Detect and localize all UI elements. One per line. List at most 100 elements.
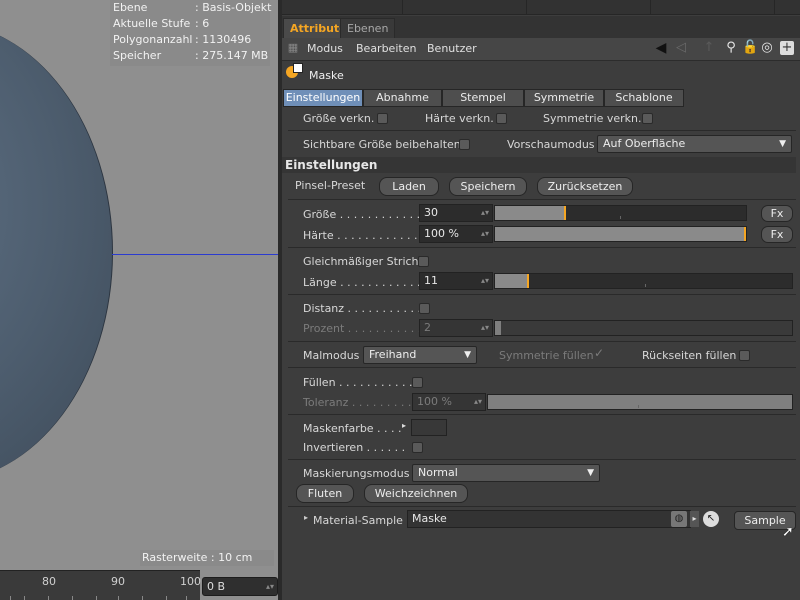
back-arrow-icon[interactable]: ◀ (650, 41, 672, 55)
tolerance-slider[interactable] (487, 394, 793, 410)
percent-slider[interactable] (494, 320, 793, 336)
menu-mode[interactable]: Modus (307, 38, 343, 60)
search-icon[interactable]: ⚲ (724, 41, 738, 55)
slider-knob[interactable] (527, 274, 529, 288)
size-label: Größe . . . . . . . . . . . . (303, 208, 421, 221)
menu-user[interactable]: Benutzer (427, 38, 477, 60)
expand-arrow-icon[interactable]: ▸ (304, 513, 308, 522)
blur-button[interactable]: Weichzeichnen (364, 484, 468, 503)
size-input[interactable]: 30 ▴▾ (419, 204, 493, 222)
pick-cursor-icon[interactable]: ↖ (703, 511, 719, 527)
slider-fill (488, 395, 792, 409)
section-header: Einstellungen (282, 157, 796, 173)
hardness-fx-button[interactable]: Fx (761, 226, 793, 243)
subtab-template[interactable]: Schablone (604, 89, 684, 107)
info-overlay: Ebene: Basis-Objekt Aktuelle Stufe: 6 Po… (110, 0, 272, 66)
arrow-right-icon[interactable]: ▸ (690, 511, 699, 527)
panel-tabs: Attribute Ebenen (282, 16, 800, 38)
load-preset-button[interactable]: Laden (379, 177, 439, 196)
size-slider[interactable] (494, 205, 747, 221)
chevron-down-icon: ▼ (464, 350, 471, 360)
paint-mode-dropdown[interactable]: Freihand ▼ (363, 346, 477, 364)
paint-mode-label: Malmodus (303, 349, 360, 362)
menu-bar: ▦ Modus Bearbeiten Benutzer ◀ ◁ ↑ ⚲ 🔓 ◎ … (282, 38, 800, 61)
slider-fill (495, 206, 565, 220)
percent-label: Prozent . . . . . . . . . . . (303, 322, 422, 335)
mask-color-label: Maskenfarbe . . . . (303, 422, 402, 435)
hardness-link-label: Härte verkn. (425, 112, 494, 125)
info-row: Ebene: Basis-Objekt (113, 1, 272, 14)
subtab-symmetry[interactable]: Symmetrie (524, 89, 604, 107)
visible-size-checkbox[interactable] (459, 139, 470, 150)
timeline-ruler[interactable]: 80 90 100 (0, 570, 201, 600)
slider-knob[interactable] (744, 227, 746, 241)
percent-input[interactable]: 2 ▴▾ (419, 319, 493, 337)
fill-checkbox[interactable] (412, 377, 423, 388)
object-title: Maske (309, 69, 344, 82)
add-panel-icon[interactable]: + (780, 41, 794, 55)
horizon-line (112, 254, 278, 255)
even-stroke-checkbox[interactable] (418, 256, 429, 267)
material-thumbnail-icon: ◍ (671, 511, 687, 527)
info-row: Polygonanzahl: 1130496 (113, 33, 252, 46)
material-sample-label: Material-Sample (313, 514, 403, 527)
hardness-label: Härte . . . . . . . . . . . . (303, 229, 418, 242)
info-row: Speicher: 275.147 MB (113, 49, 269, 62)
mask-color-swatch[interactable] (411, 419, 447, 436)
hardness-link-checkbox[interactable] (496, 113, 507, 124)
subtab-falloff[interactable]: Abnahme (363, 89, 442, 107)
up-arrow-icon[interactable]: ↑ (702, 41, 716, 55)
info-row: Aktuelle Stufe: 6 (113, 17, 210, 30)
even-stroke-label: Gleichmäßiger Strich (303, 255, 419, 268)
chevron-down-icon: ▼ (587, 468, 594, 478)
distance-checkbox[interactable] (419, 303, 430, 314)
subtab-stamp[interactable]: Stempel (442, 89, 524, 107)
slider-fill (495, 321, 501, 335)
symmetry-fill-label: Symmetrie füllen (499, 349, 594, 362)
tab-layers[interactable]: Ebenen (340, 18, 396, 38)
tolerance-input[interactable]: 100 % ▴▾ (412, 393, 486, 411)
backface-fill-checkbox[interactable] (739, 350, 750, 361)
mask-mode-dropdown[interactable]: Normal ▼ (412, 464, 600, 482)
preview-mode-label: Vorschaumodus (507, 138, 595, 151)
length-slider[interactable] (494, 273, 793, 289)
reset-preset-button[interactable]: Zurücksetzen (537, 177, 633, 196)
attribute-panel: Attribute Ebenen ▦ Modus Bearbeiten Benu… (282, 0, 800, 600)
subtab-settings[interactable]: Einstellungen (283, 89, 363, 107)
grip-icon: ▦ (287, 41, 299, 54)
spinner-icon[interactable]: ▴▾ (262, 578, 274, 595)
size-link-checkbox[interactable] (377, 113, 388, 124)
sphere-object[interactable] (0, 22, 113, 482)
material-sample-field[interactable]: Maske (407, 510, 691, 528)
distance-label: Distanz . . . . . . . . . . . (303, 302, 421, 315)
menu-edit[interactable]: Bearbeiten (356, 38, 416, 60)
preview-mode-dropdown[interactable]: Auf Oberfläche ▼ (597, 135, 792, 153)
length-input[interactable]: 11 ▴▾ (419, 272, 493, 290)
top-strip (282, 0, 800, 15)
ruler-tick: 100 (180, 575, 201, 588)
viewport[interactable]: Ebene: Basis-Objekt Aktuelle Stufe: 6 Po… (0, 0, 278, 600)
hardness-slider[interactable] (494, 226, 747, 242)
visible-size-label: Sichtbare Größe beibehalten (303, 138, 461, 151)
forward-arrow-icon[interactable]: ◁ (674, 41, 688, 55)
slider-fill (495, 274, 528, 288)
bytes-field[interactable]: 0 B ▴▾ (202, 577, 278, 596)
invert-label: Invertieren . . . . . . (303, 441, 406, 454)
grid-size-readout: Rasterweite : 10 cm (140, 550, 274, 566)
hardness-input[interactable]: 100 % ▴▾ (419, 225, 493, 243)
symmetry-fill-check-icon[interactable]: ✓ (594, 346, 604, 360)
target-icon[interactable]: ◎ (760, 41, 774, 55)
slider-knob[interactable] (564, 206, 566, 220)
backface-fill-label: Rückseiten füllen (642, 349, 737, 362)
fill-label: Füllen . . . . . . . . . . . . (303, 376, 420, 389)
lock-icon[interactable]: 🔓 (742, 41, 758, 55)
expand-arrow-icon[interactable]: ▸ (402, 421, 406, 430)
mask-mode-label: Maskierungsmodus (303, 467, 410, 480)
size-fx-button[interactable]: Fx (761, 205, 793, 222)
flood-button[interactable]: Fluten (296, 484, 354, 503)
symmetry-link-label: Symmetrie verkn. (543, 112, 642, 125)
save-preset-button[interactable]: Speichern (449, 177, 527, 196)
symmetry-link-checkbox[interactable] (642, 113, 653, 124)
mask-square-icon (293, 63, 303, 73)
invert-checkbox[interactable] (412, 442, 423, 453)
